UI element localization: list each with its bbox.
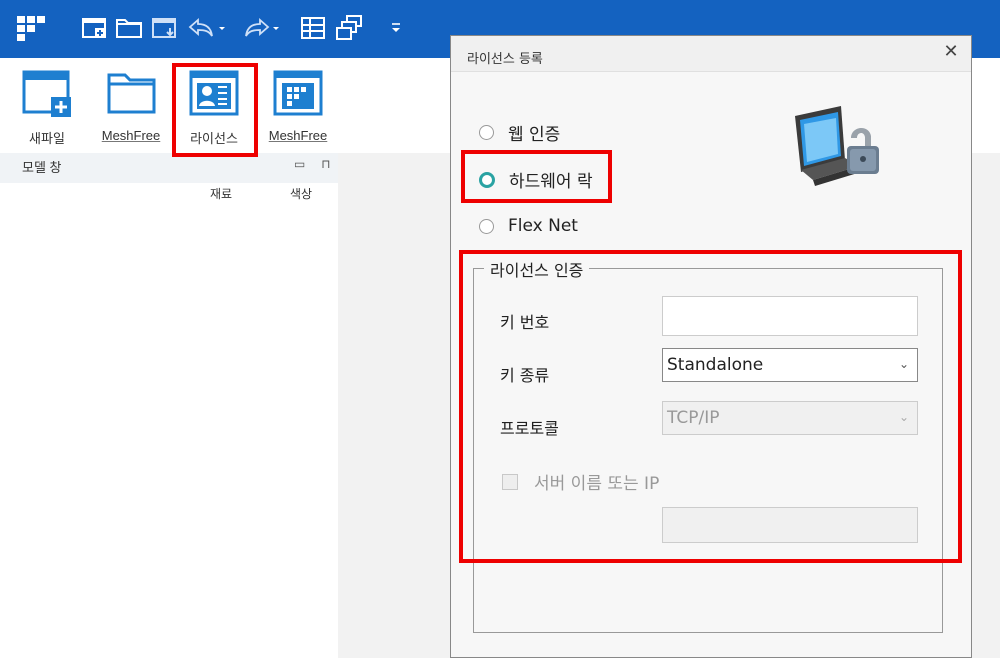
meshfree-app-label: MeshFree [268, 128, 328, 143]
meshfree-open-button[interactable]: MeshFree [91, 66, 171, 156]
folder-icon [105, 66, 157, 120]
save-icon[interactable] [150, 15, 180, 41]
protocol-value: TCP/IP [667, 408, 720, 428]
flexnet-radio[interactable]: Flex Net [479, 216, 578, 236]
key-type-select[interactable]: Standalone ⌄ [662, 348, 918, 382]
key-number-label: 키 번호 [500, 313, 550, 332]
key-type-value: Standalone [667, 355, 764, 375]
model-panel: 모델 창 ▭ ⊓ 재료 색상 [0, 153, 338, 658]
checkbox-box[interactable] [502, 473, 518, 490]
radio-circle[interactable] [479, 125, 494, 140]
table-icon[interactable] [298, 15, 328, 41]
model-panel-header: 모델 창 ▭ ⊓ [0, 153, 338, 183]
new-file-icon [21, 66, 73, 120]
undo-icon[interactable] [186, 15, 228, 41]
hardware-lock-label: 하드웨어 락 [509, 172, 593, 192]
server-checkbox[interactable]: 서버 이름 또는 IP [502, 469, 659, 494]
license-button[interactable]: 라이선스 [174, 66, 254, 156]
new-file-icon[interactable] [80, 15, 110, 41]
app-menu-icon[interactable] [14, 15, 48, 41]
license-label: 라이선스 [190, 131, 238, 146]
meshfree-grid-icon [272, 66, 324, 120]
license-auth-group: 라이선스 인증 키 번호 키 종류 Standalone ⌄ 프로토콜 TCP/… [473, 257, 943, 633]
protocol-select[interactable]: TCP/IP ⌄ [662, 401, 918, 435]
new-file-button[interactable]: 새파일 [7, 66, 87, 156]
protocol-label: 프로토콜 [500, 419, 559, 438]
color-column-header[interactable]: 색상 [290, 185, 312, 202]
key-number-input[interactable] [662, 296, 918, 336]
new-file-label: 새파일 [29, 131, 65, 146]
material-column-header[interactable]: 재료 [210, 185, 232, 202]
redo-icon[interactable] [240, 15, 282, 41]
radio-circle-selected[interactable] [479, 171, 495, 188]
flexnet-label: Flex Net [508, 216, 578, 236]
hardware-lock-radio[interactable]: 하드웨어 락 [479, 167, 593, 192]
chevron-down-icon: ⌄ [898, 410, 909, 424]
web-auth-label: 웹 인증 [508, 125, 561, 145]
model-panel-title: 모델 창 [22, 160, 62, 175]
server-checkbox-label: 서버 이름 또는 IP [534, 474, 660, 494]
license-registration-dialog: 라이선스 등록 ✕ 웹 인증 하드웨어 락 Flex Net 라이선스 인증 키… [450, 35, 972, 658]
customize-toolbar-icon[interactable] [388, 15, 404, 41]
open-folder-icon[interactable] [114, 15, 144, 41]
key-type-label: 키 종류 [500, 366, 550, 385]
windows-icon[interactable] [334, 15, 366, 41]
radio-circle[interactable] [479, 218, 494, 234]
meshfree-app-button[interactable]: MeshFree [258, 66, 338, 156]
dialog-title: 라이선스 등록 [467, 52, 543, 67]
web-auth-radio[interactable]: 웹 인증 [479, 120, 560, 145]
close-icon[interactable]: ✕ [941, 42, 961, 62]
chevron-down-icon: ⌄ [898, 357, 909, 371]
license-card-icon [188, 66, 240, 120]
license-auth-legend: 라이선스 인증 [484, 257, 590, 281]
meshfree-open-label: MeshFree [101, 128, 161, 143]
server-address-input[interactable] [662, 507, 918, 543]
computer-lock-icon [791, 104, 891, 194]
dialog-title-bar: 라이선스 등록 ✕ [451, 36, 971, 72]
panel-pin-icon[interactable]: ▭ ⊓ [294, 157, 337, 171]
